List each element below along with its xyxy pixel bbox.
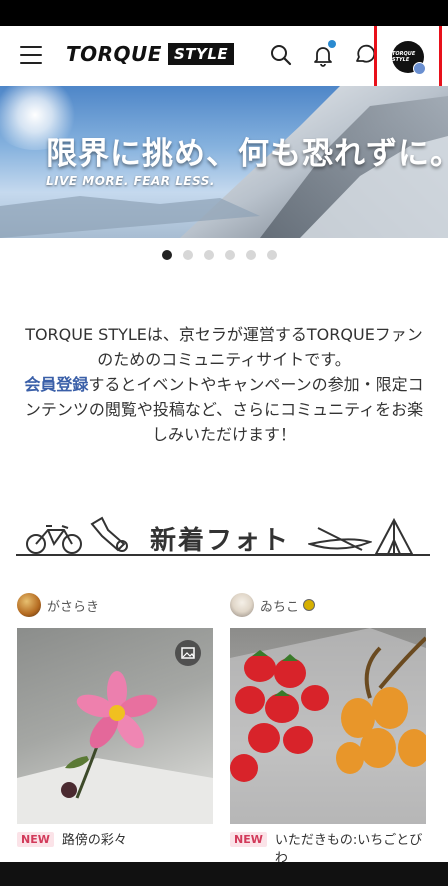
post-user[interactable]: ゐちこ: [230, 592, 426, 618]
carousel-dot[interactable]: [204, 250, 214, 260]
system-nav-bar: [0, 862, 448, 886]
hero-banner[interactable]: 限界に挑め、何も恐れずに。 LIVE MORE. FEAR LESS.: [0, 86, 448, 238]
post-username[interactable]: がさらき: [47, 596, 99, 615]
intro-part1: TORQUE STYLEは、京セラが運営するTORQUEファンのためのコミュニテ…: [25, 325, 423, 369]
notification-button[interactable]: [308, 40, 338, 70]
outdoor-icon: [90, 516, 128, 552]
gallery-icon: [175, 640, 201, 666]
post-caption[interactable]: いただきもの:いちごとびわ: [275, 832, 426, 862]
post-caption[interactable]: 路傍の彩々: [62, 832, 127, 850]
user-avatar[interactable]: TORQUE STYLE: [392, 41, 426, 75]
post-image[interactable]: [230, 628, 426, 824]
status-bar: [0, 0, 448, 26]
strawberry-photo: [230, 628, 426, 824]
kayak-icon: [308, 527, 372, 551]
carousel-dot[interactable]: [225, 250, 235, 260]
logo-word: TORQUE: [66, 42, 162, 66]
new-badge: NEW: [17, 832, 54, 847]
menu-icon[interactable]: [20, 46, 42, 64]
notification-dot: [328, 40, 336, 48]
post-avatar[interactable]: [230, 593, 254, 617]
new-photos-header: 新着フォト: [16, 514, 430, 558]
avatar-badge-icon: [413, 62, 426, 75]
top-header: TORQUE STYLE TORQUE STYLE: [0, 26, 448, 92]
section-title: 新着フォト: [150, 526, 291, 556]
intro-text: TORQUE STYLEは、京セラが運営するTORQUEファンのためのコミュニテ…: [18, 322, 430, 447]
bicycle-icon: [26, 525, 82, 554]
hero-subtitle: LIVE MORE. FEAR LESS.: [46, 174, 215, 188]
search-icon: [271, 45, 292, 66]
post-avatar[interactable]: [17, 593, 41, 617]
post-image[interactable]: [17, 628, 213, 824]
carousel-dot[interactable]: [183, 250, 193, 260]
post-meta: NEW いただきもの:いちごとびわ: [230, 832, 426, 862]
app-screen: TORQUE STYLE TORQUE STYLE 限界に挑め、何も恐れずに。 …: [0, 26, 448, 862]
tent-icon: [374, 517, 414, 554]
avatar-highlight-box[interactable]: TORQUE STYLE: [374, 26, 442, 92]
carousel-dots: [162, 250, 277, 260]
post-username[interactable]: ゐちこ: [260, 596, 299, 615]
carousel-dot[interactable]: [162, 250, 172, 260]
carousel-dot[interactable]: [246, 250, 256, 260]
hero-title: 限界に挑め、何も恐れずに。: [46, 136, 448, 172]
register-link[interactable]: 会員登録: [24, 375, 88, 394]
section-divider: [16, 554, 430, 556]
carousel-dot[interactable]: [267, 250, 277, 260]
new-badge: NEW: [230, 832, 267, 847]
logo-box: STYLE: [167, 43, 235, 65]
post-user[interactable]: がさらき: [17, 592, 213, 618]
site-logo[interactable]: TORQUE STYLE: [66, 42, 235, 66]
photo-post[interactable]: がさらき NEW 路傍の彩々: [17, 592, 213, 850]
photo-post[interactable]: ゐちこ NEW いただきもの:いちごとびわ: [230, 592, 426, 862]
post-meta: NEW 路傍の彩々: [17, 832, 213, 850]
search-button[interactable]: [266, 40, 296, 70]
crown-icon: [303, 599, 316, 611]
